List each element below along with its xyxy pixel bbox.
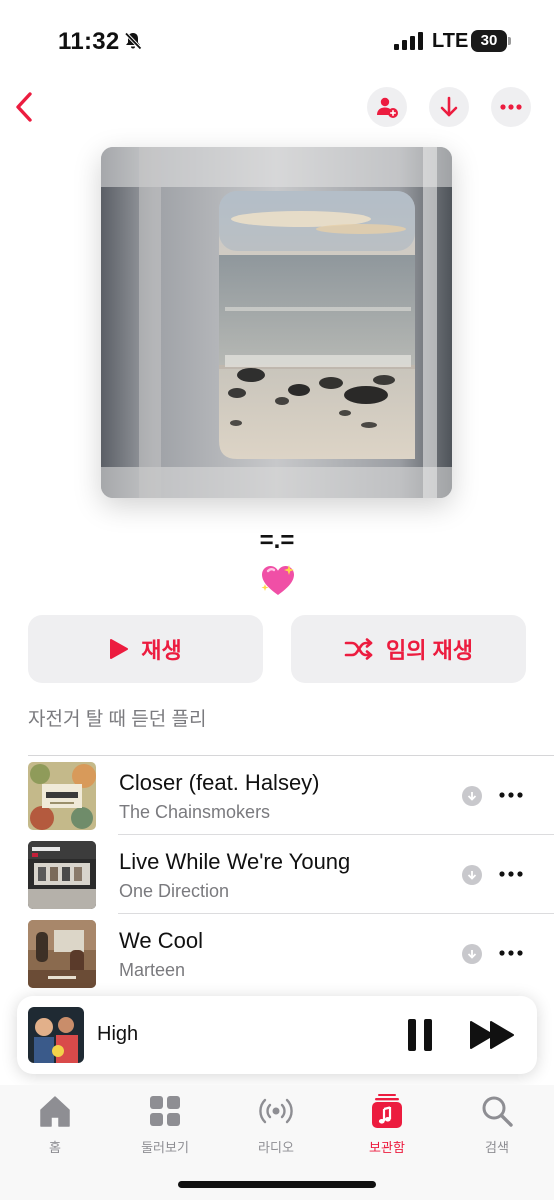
shuffle-icon — [344, 638, 373, 660]
battery-level: 30 — [480, 32, 498, 49]
tab-browse[interactable]: 둘러보기 — [120, 1091, 210, 1161]
bell-slash-icon — [124, 32, 142, 50]
track-artist: The Chainsmokers — [119, 802, 271, 822]
download-status-icon — [462, 865, 482, 885]
play-button[interactable]: 재생 — [28, 615, 263, 683]
home-icon — [40, 1096, 70, 1127]
tab-home[interactable]: 홈 — [10, 1091, 100, 1161]
track-row[interactable]: We Cool Marteen — [0, 913, 554, 992]
download-status-icon — [462, 786, 482, 806]
tab-label: 검색 — [485, 1140, 509, 1155]
grid-icon — [150, 1096, 180, 1126]
shuffle-button[interactable]: 임의 재생 — [291, 615, 526, 683]
tab-label: 보관함 — [369, 1140, 405, 1155]
track-title: Live While We're Young — [119, 849, 351, 874]
track-artist: One Direction — [119, 881, 230, 901]
play-icon — [110, 639, 129, 659]
sparkling-heart-icon — [261, 565, 294, 595]
chevron-left-icon — [16, 92, 32, 122]
collaborate-button[interactable] — [367, 87, 407, 127]
album-art — [28, 920, 96, 988]
track-artist: Marteen — [119, 960, 186, 980]
ellipsis-icon[interactable] — [498, 946, 524, 960]
album-art — [28, 762, 96, 830]
track-row[interactable]: Closer (feat. Halsey) The Chainsmokers — [0, 755, 554, 834]
download-button[interactable] — [429, 87, 469, 127]
play-label: 재생 — [141, 638, 182, 663]
more-options-button[interactable] — [491, 87, 531, 127]
playlist-title: =.= — [259, 527, 295, 554]
tab-search[interactable]: 검색 — [452, 1091, 542, 1161]
person-add-icon — [377, 97, 398, 118]
playlist-description: 자전거 탈 때 듣던 플리 — [28, 709, 207, 730]
track-row[interactable]: Live While We're Young One Direction — [0, 834, 554, 913]
tab-radio[interactable]: 라디오 — [231, 1091, 321, 1161]
ellipsis-icon — [500, 104, 522, 110]
tab-label: 홈 — [49, 1140, 61, 1155]
tab-library[interactable]: 보관함 — [342, 1091, 432, 1161]
battery-icon: 30 — [471, 30, 511, 52]
divider — [118, 834, 554, 835]
network-type: LTE — [432, 30, 469, 52]
download-status-icon — [462, 944, 482, 964]
divider — [118, 913, 554, 914]
library-icon — [372, 1094, 402, 1128]
home-indicator — [178, 1181, 376, 1188]
forward-icon[interactable] — [469, 1020, 517, 1050]
search-icon — [482, 1096, 513, 1127]
tab-label: 라디오 — [258, 1140, 294, 1155]
pause-icon[interactable] — [405, 1017, 435, 1053]
mini-player[interactable]: High — [17, 996, 537, 1074]
now-playing-title: High — [97, 1023, 139, 1045]
track-title: We Cool — [119, 928, 203, 953]
playlist-artwork — [101, 147, 452, 498]
track-title: Closer (feat. Halsey) — [119, 770, 320, 795]
album-art — [28, 841, 96, 909]
arrow-down-icon — [440, 96, 458, 117]
ellipsis-icon[interactable] — [498, 788, 524, 802]
now-playing-art — [28, 1007, 84, 1063]
status-bar: 11:32 LTE 30 — [0, 0, 554, 80]
cellular-signal-icon — [394, 32, 423, 50]
shuffle-label: 임의 재생 — [385, 638, 474, 663]
back-button[interactable] — [6, 86, 42, 128]
status-time: 11:32 — [58, 28, 120, 55]
radio-icon — [259, 1098, 293, 1124]
ellipsis-icon[interactable] — [498, 867, 524, 881]
tab-label: 둘러보기 — [141, 1140, 189, 1155]
